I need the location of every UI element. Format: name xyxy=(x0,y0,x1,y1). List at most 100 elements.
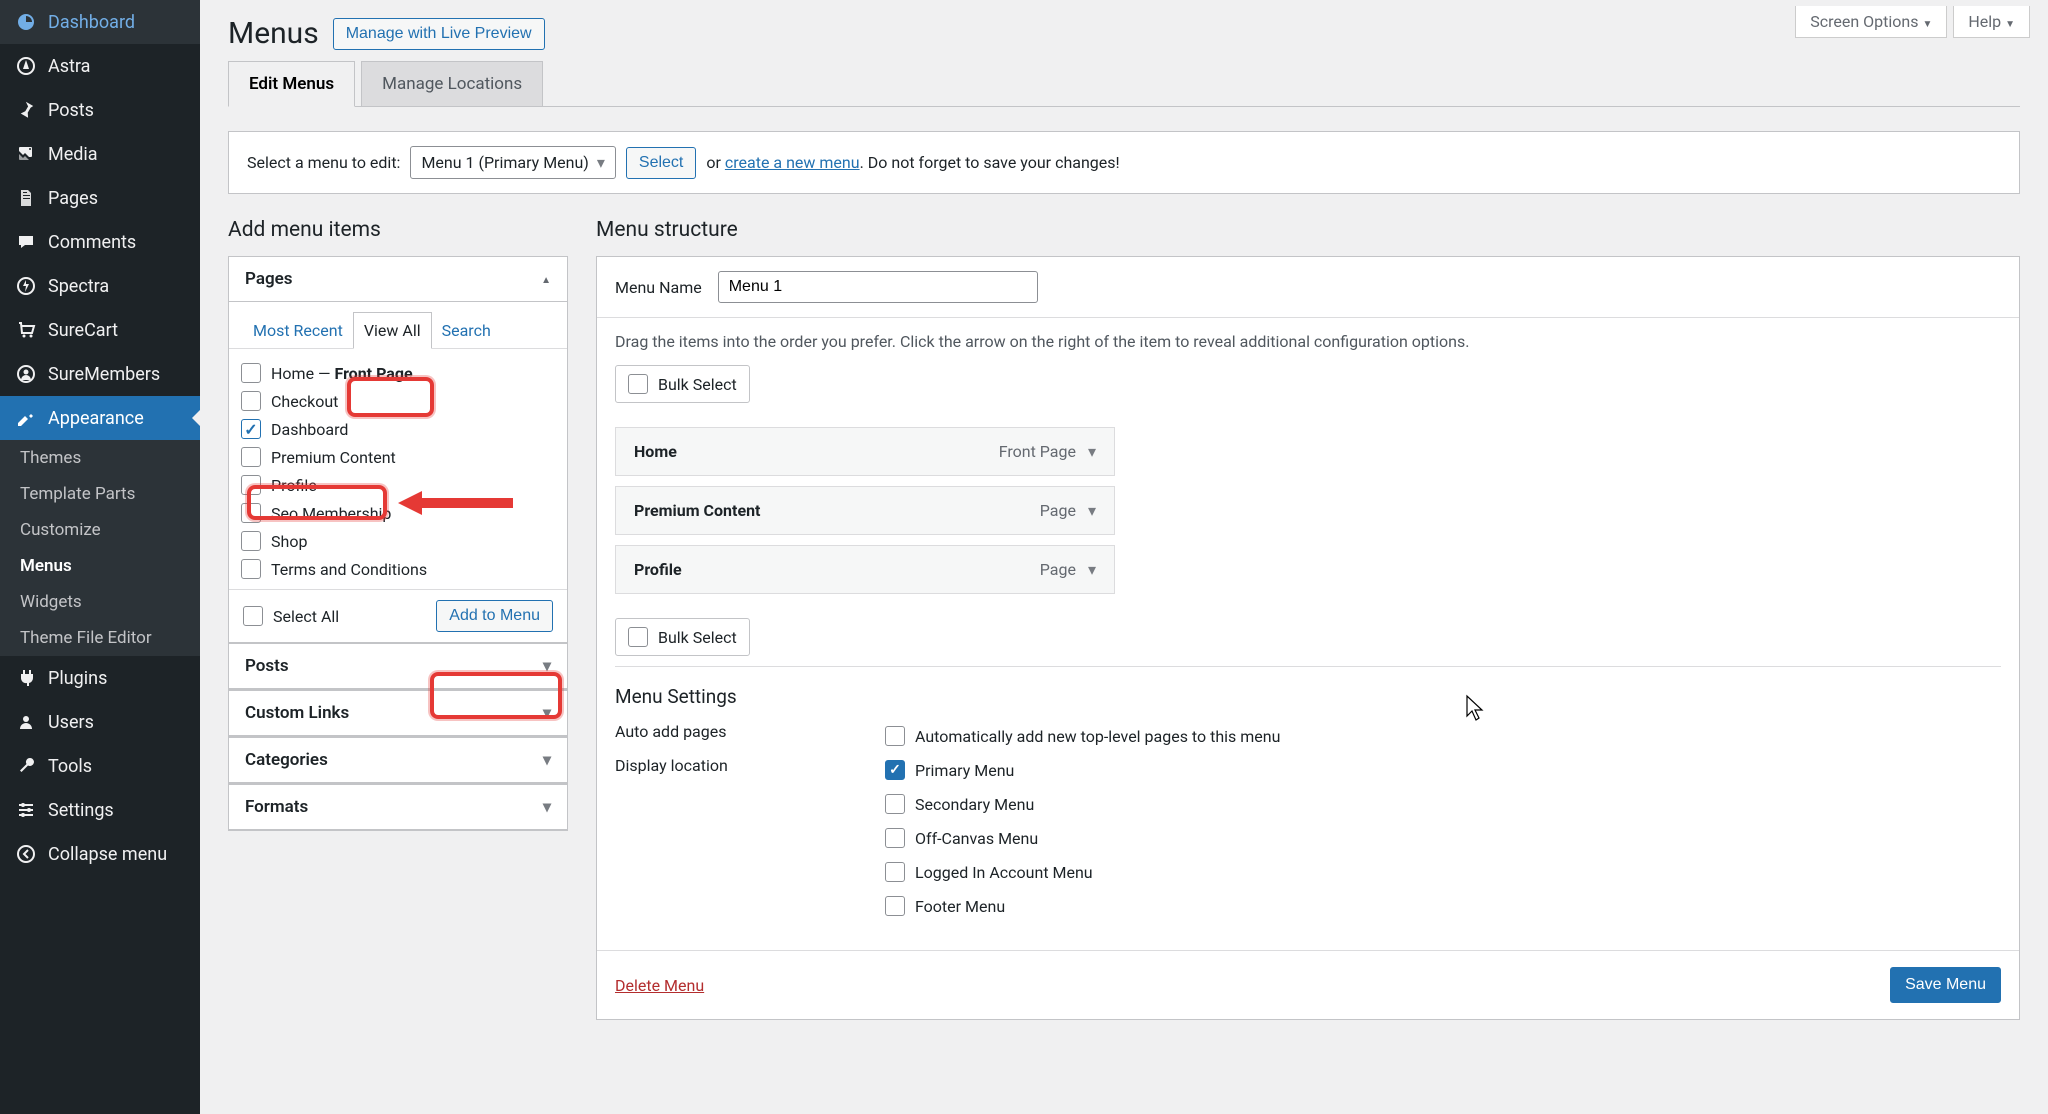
nav-tabs: Edit Menus Manage Locations xyxy=(228,61,2020,107)
select-all-label[interactable]: Select All xyxy=(273,607,339,626)
location-label[interactable]: Primary Menu xyxy=(915,761,1014,780)
inner-tab-search[interactable]: Search xyxy=(432,313,501,348)
auto-add-option[interactable]: Automatically add new top-level pages to… xyxy=(915,727,1280,746)
page-label[interactable]: Dashboard xyxy=(271,420,348,439)
metabox-title: Posts xyxy=(245,656,289,676)
sidebar-item-label: SureCart xyxy=(48,320,118,341)
checkbox-location-secondary[interactable] xyxy=(885,794,905,814)
save-menu-button[interactable]: Save Menu xyxy=(1890,967,2001,1003)
checkbox-select-all[interactable] xyxy=(243,606,263,626)
sidebar-sub-widgets[interactable]: Widgets xyxy=(0,584,200,620)
sidebar-item-astra[interactable]: Astra xyxy=(0,44,200,88)
sidebar-item-suremembers[interactable]: SureMembers xyxy=(0,352,200,396)
create-new-menu-link[interactable]: create a new menu xyxy=(725,153,860,172)
metabox-categories-header[interactable]: Categories xyxy=(229,738,567,783)
menu-item-type: Page xyxy=(1040,560,1076,579)
sidebar-sub-customize[interactable]: Customize xyxy=(0,512,200,548)
location-label[interactable]: Logged In Account Menu xyxy=(915,863,1093,882)
tab-manage-locations[interactable]: Manage Locations xyxy=(361,61,543,106)
live-preview-button[interactable]: Manage with Live Preview xyxy=(333,18,545,50)
checkbox[interactable] xyxy=(241,391,261,411)
sidebar-item-appearance[interactable]: Appearance xyxy=(0,396,200,440)
menu-item[interactable]: Profile Page xyxy=(615,545,1115,594)
page-check-row: Profile xyxy=(241,471,563,499)
page-label[interactable]: Shop xyxy=(271,532,307,551)
checkbox[interactable] xyxy=(241,559,261,579)
appearance-icon xyxy=(14,406,38,430)
sidebar-item-dashboard[interactable]: Dashboard xyxy=(0,0,200,44)
caret-down-icon[interactable] xyxy=(1088,501,1096,520)
menu-item-title: Profile xyxy=(634,560,682,579)
delete-menu-link[interactable]: Delete Menu xyxy=(615,976,704,995)
metabox-pages-header[interactable]: Pages xyxy=(229,257,567,302)
sidebar-sub-menus[interactable]: Menus xyxy=(0,548,200,584)
chevron-down-icon xyxy=(597,153,605,172)
collapse-icon xyxy=(14,842,38,866)
menu-item-title: Home xyxy=(634,442,677,461)
sidebar-item-pages[interactable]: Pages xyxy=(0,176,200,220)
help-tab[interactable]: Help xyxy=(1953,6,2030,38)
menu-item[interactable]: Home Front Page xyxy=(615,427,1115,476)
location-label[interactable]: Off-Canvas Menu xyxy=(915,829,1038,848)
settings-icon xyxy=(14,798,38,822)
checkbox-location-footer[interactable] xyxy=(885,896,905,916)
inner-tab-view-all[interactable]: View All xyxy=(353,312,432,349)
inner-tab-most-recent[interactable]: Most Recent xyxy=(243,313,353,348)
tools-icon xyxy=(14,754,38,778)
checkbox-location-primary[interactable] xyxy=(885,760,905,780)
metabox-formats-header[interactable]: Formats xyxy=(229,785,567,830)
checkbox-location-logged-in[interactable] xyxy=(885,862,905,882)
tab-edit-menus[interactable]: Edit Menus xyxy=(228,61,355,107)
sidebar-item-users[interactable]: Users xyxy=(0,700,200,744)
pages-checklist[interactable]: Home — Front Page Checkout Dashboard xyxy=(229,349,567,589)
metabox-categories: Categories xyxy=(228,737,568,784)
checkbox[interactable] xyxy=(628,374,648,394)
sidebar-item-settings[interactable]: Settings xyxy=(0,788,200,832)
page-label[interactable]: Home — Front Page xyxy=(271,364,413,383)
sidebar-item-spectra[interactable]: Spectra xyxy=(0,264,200,308)
sidebar-item-media[interactable]: Media xyxy=(0,132,200,176)
sidebar-sub-template-parts[interactable]: Template Parts xyxy=(0,476,200,512)
select-menu-button[interactable]: Select xyxy=(626,147,696,179)
checkbox[interactable] xyxy=(241,475,261,495)
page-label[interactable]: Terms and Conditions xyxy=(271,560,427,579)
metabox-custom-links-header[interactable]: Custom Links xyxy=(229,691,567,736)
bulk-select-top[interactable]: Bulk Select xyxy=(615,365,750,403)
select-suffix: . Do not forget to save your changes! xyxy=(860,153,1120,172)
page-label[interactable]: Profile xyxy=(271,476,317,495)
sidebar-item-plugins[interactable]: Plugins xyxy=(0,656,200,700)
checkbox[interactable] xyxy=(628,627,648,647)
main-content: Screen Options Help Menus Manage with Li… xyxy=(200,0,2048,1114)
page-label[interactable]: Seo Membership xyxy=(271,504,391,523)
checkbox-auto-add[interactable] xyxy=(885,726,905,746)
location-label[interactable]: Footer Menu xyxy=(915,897,1005,916)
sidebar-item-posts[interactable]: Posts xyxy=(0,88,200,132)
sidebar-item-tools[interactable]: Tools xyxy=(0,744,200,788)
checkbox[interactable] xyxy=(241,363,261,383)
sidebar-sub-theme-file-editor[interactable]: Theme File Editor xyxy=(0,620,200,656)
screen-options-tab[interactable]: Screen Options xyxy=(1795,6,1947,38)
add-items-heading: Add menu items xyxy=(228,218,568,242)
checkbox[interactable] xyxy=(241,531,261,551)
help-label: Help xyxy=(1968,12,2001,31)
checkbox[interactable] xyxy=(241,419,261,439)
page-label[interactable]: Premium Content xyxy=(271,448,396,467)
location-label[interactable]: Secondary Menu xyxy=(915,795,1034,814)
sidebar-item-comments[interactable]: Comments xyxy=(0,220,200,264)
checkbox[interactable] xyxy=(241,503,261,523)
sidebar-item-surecart[interactable]: SureCart xyxy=(0,308,200,352)
caret-down-icon[interactable] xyxy=(1088,442,1096,461)
checkbox-location-offcanvas[interactable] xyxy=(885,828,905,848)
metabox-posts-header[interactable]: Posts xyxy=(229,644,567,689)
menu-select-dropdown[interactable]: Menu 1 (Primary Menu) xyxy=(410,146,615,179)
sidebar-item-collapse[interactable]: Collapse menu xyxy=(0,832,200,876)
caret-down-icon[interactable] xyxy=(1088,560,1096,579)
menu-name-input[interactable] xyxy=(718,271,1038,303)
page-label[interactable]: Checkout xyxy=(271,392,338,411)
page-header: Menus Manage with Live Preview xyxy=(228,0,2020,61)
add-to-menu-button[interactable]: Add to Menu xyxy=(436,600,553,632)
sidebar-sub-themes[interactable]: Themes xyxy=(0,440,200,476)
menu-item[interactable]: Premium Content Page xyxy=(615,486,1115,535)
checkbox[interactable] xyxy=(241,447,261,467)
bulk-select-bottom[interactable]: Bulk Select xyxy=(615,618,750,656)
